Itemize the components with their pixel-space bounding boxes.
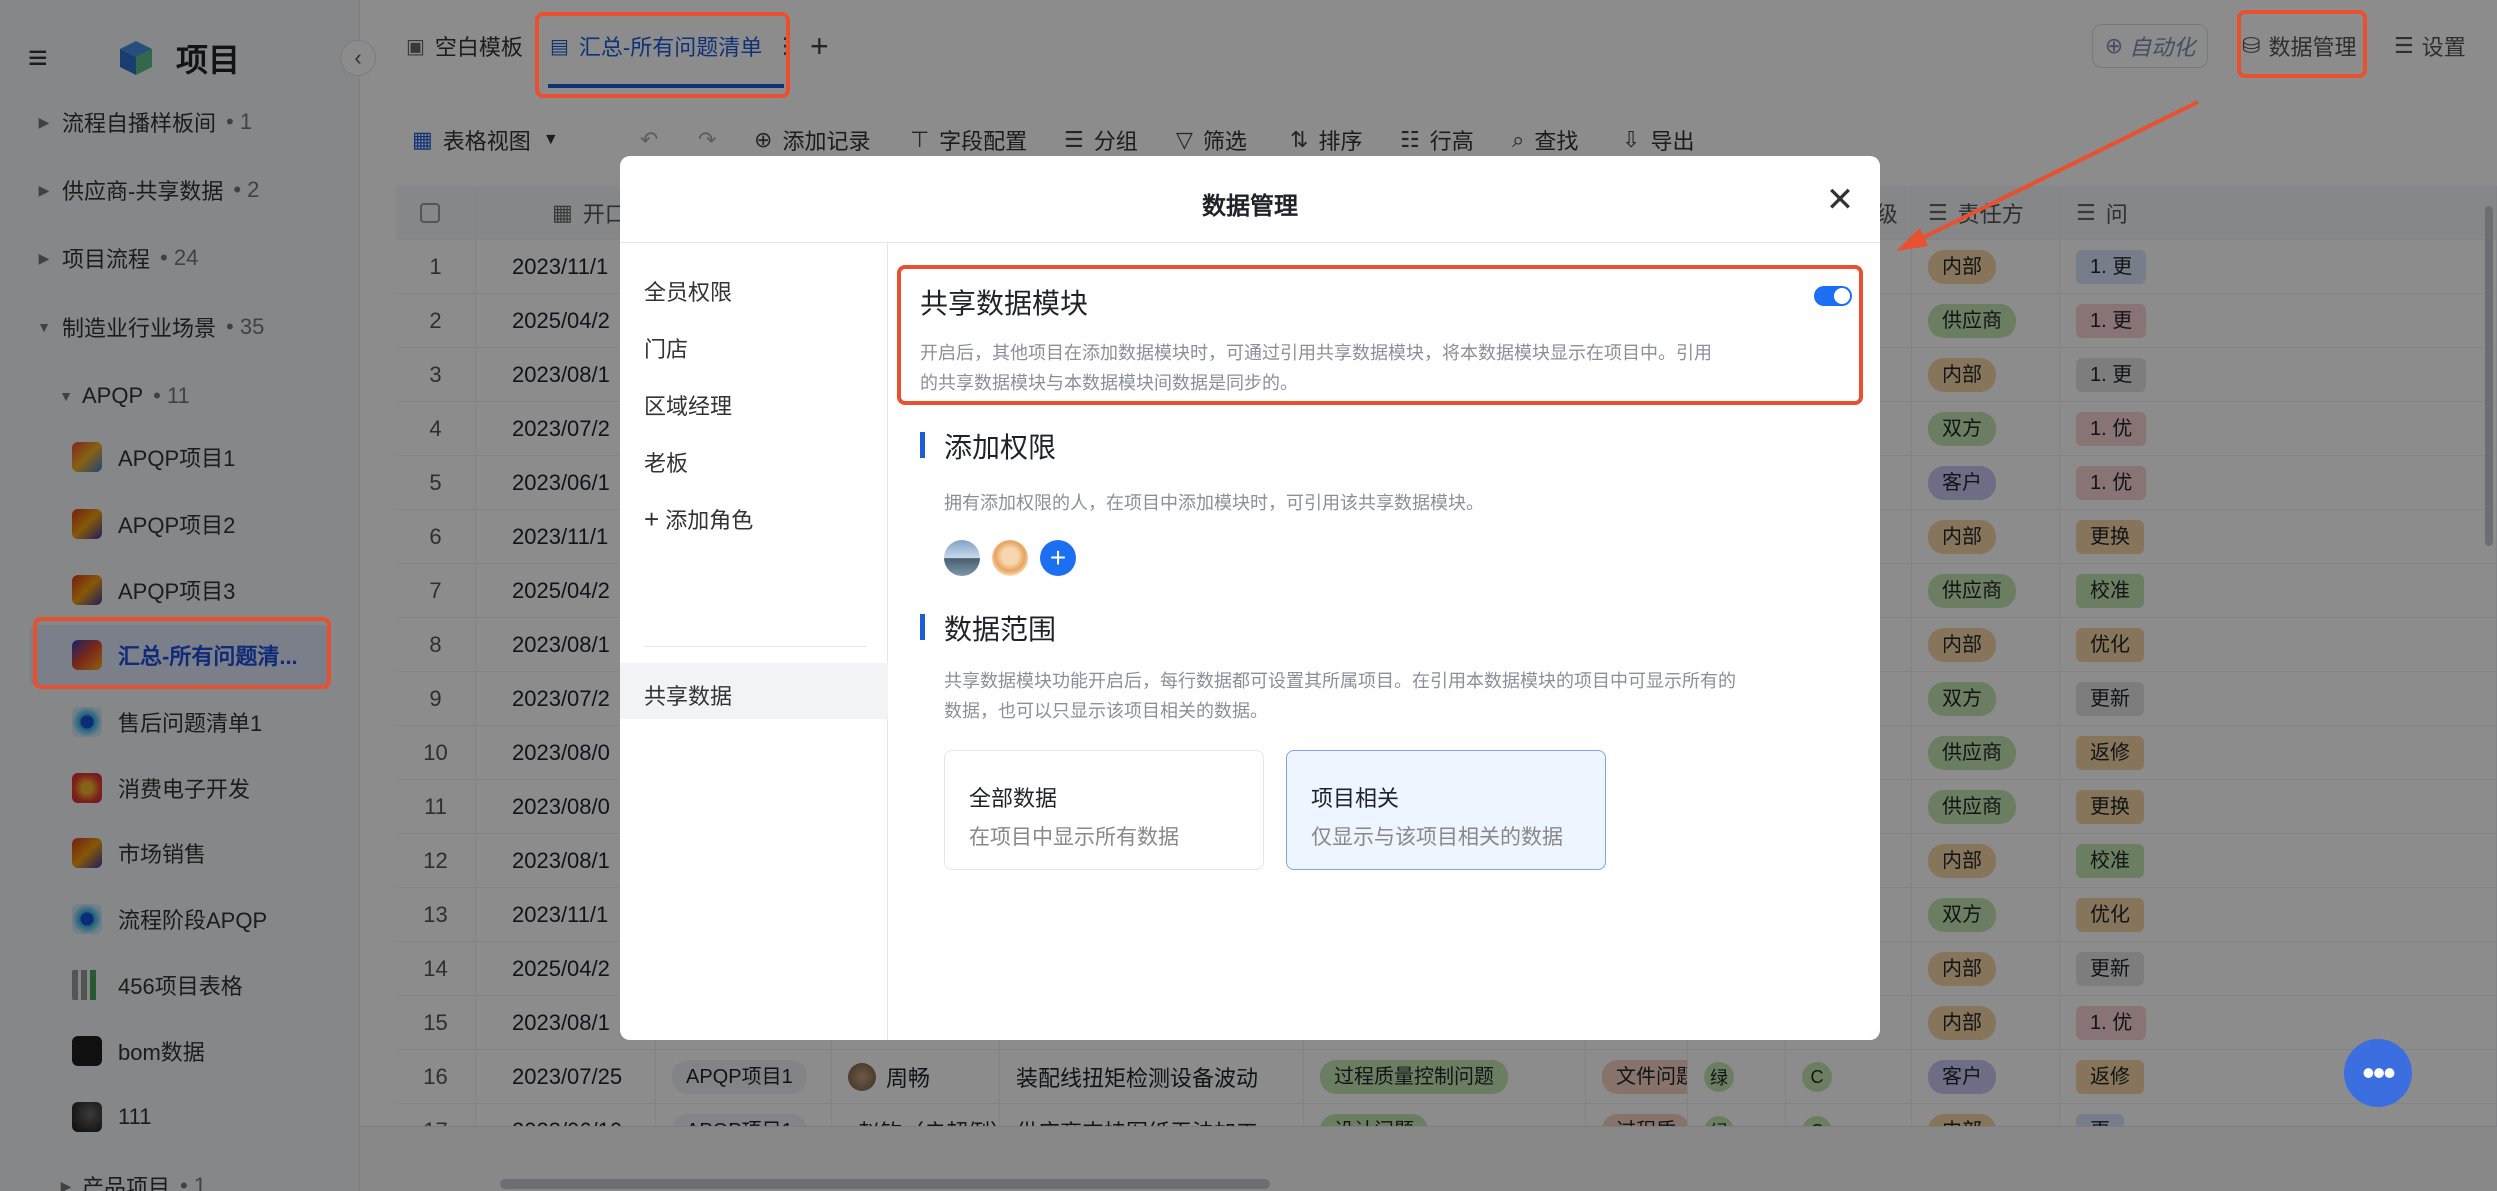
nav-divider	[644, 646, 866, 647]
option-title: 项目相关	[1311, 786, 1400, 811]
avatar[interactable]	[944, 540, 980, 576]
option-title: 全部数据	[969, 786, 1058, 811]
data-range-desc-line1: 共享数据模块功能开启后，每行数据都可设置其所属项目。在引用本数据模块的项目中可显…	[944, 671, 1736, 691]
option-subtitle: 仅显示与该项目相关的数据	[1311, 826, 1563, 849]
more-actions-fab[interactable]: •••	[2344, 1039, 2412, 1107]
nav-item-shared-data[interactable]: 共享数据	[644, 679, 732, 711]
annotation-arrow	[1896, 100, 2199, 251]
plus-icon: +	[644, 504, 660, 534]
dialog-title: 数据管理	[1202, 193, 1298, 220]
section-marker	[920, 432, 925, 458]
add-permission-desc: 拥有添加权限的人，在项目中添加模块时，可引用该共享数据模块。	[944, 493, 1484, 513]
data-range-desc-line2: 数据，也可以只显示该项目相关的数据。	[944, 701, 1268, 721]
share-desc-line1: 开启后，其他项目在添加数据模块时，可通过引用共享数据模块，将本数据模块显示在项目…	[920, 343, 1712, 363]
share-module-title: 共享数据模块	[920, 288, 1089, 319]
share-desc-line2: 的共享数据模块与本数据模块间数据是同步的。	[920, 373, 1298, 393]
section-marker	[920, 614, 925, 640]
add-permission-title: 添加权限	[944, 432, 1057, 463]
share-toggle[interactable]	[1814, 286, 1852, 306]
avatar[interactable]	[992, 540, 1028, 576]
nav-item-store[interactable]: 门店	[644, 332, 688, 364]
option-project-related[interactable]: 项目相关 仅显示与该项目相关的数据	[1286, 750, 1606, 870]
nav-item-all-permissions[interactable]: 全员权限	[644, 275, 732, 307]
add-role-button[interactable]: + 添加角色	[644, 503, 753, 535]
option-all-data[interactable]: 全部数据 在项目中显示所有数据	[944, 750, 1264, 870]
toggle-knob	[1834, 288, 1850, 304]
add-role-label: 添加角色	[665, 508, 754, 533]
nav-item-regional-manager[interactable]: 区域经理	[644, 389, 732, 421]
close-icon[interactable]: ✕	[1820, 180, 1860, 220]
option-subtitle: 在项目中显示所有数据	[969, 826, 1179, 849]
data-manage-dialog: 数据管理 ✕ 全员权限 门店 区域经理 老板 + 添加角色 共享数据 共享数据模块…	[620, 156, 1880, 1040]
add-member-button[interactable]: +	[1040, 540, 1076, 576]
nav-item-boss[interactable]: 老板	[644, 446, 688, 478]
data-range-title: 数据范围	[944, 614, 1057, 645]
dialog-nav: 全员权限 门店 区域经理 老板 + 添加角色 共享数据	[620, 243, 888, 1040]
